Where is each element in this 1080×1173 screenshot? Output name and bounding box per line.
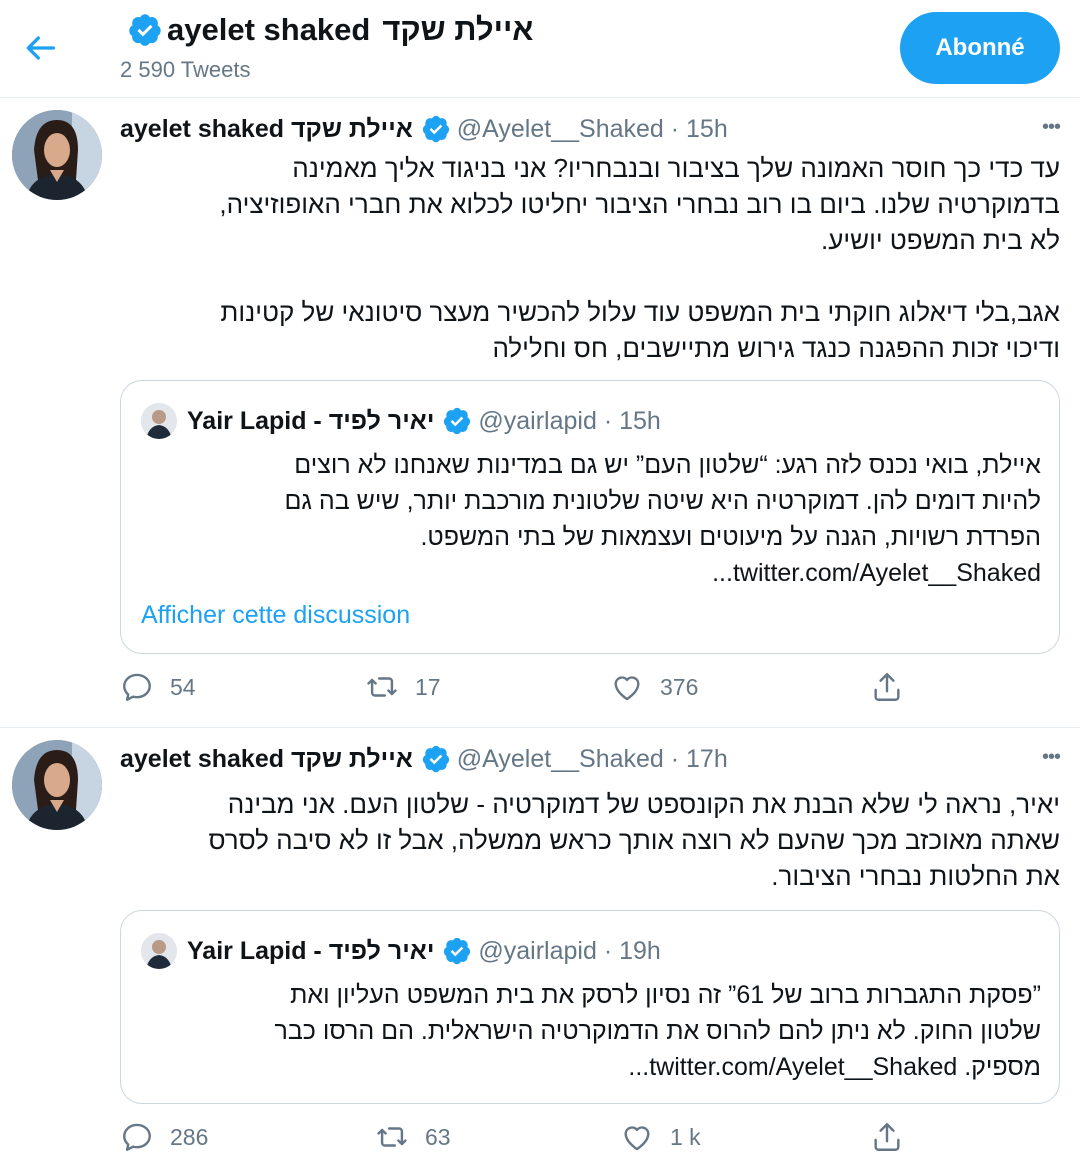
like-count: 1 k — [670, 1123, 701, 1150]
avatar[interactable] — [12, 740, 102, 830]
retweet-count: 17 — [415, 673, 441, 700]
quoted-handle-and-time: @yairlapid · 19h — [478, 936, 661, 965]
like-button[interactable]: 1 k — [620, 1120, 701, 1154]
retweet-button[interactable]: 63 — [375, 1120, 451, 1154]
reply-count: 54 — [170, 673, 196, 700]
profile-header: ayelet shaked איילת שקד 2 590 Tweets Abo… — [0, 0, 1080, 98]
verified-badge-icon — [129, 14, 161, 46]
heart-icon — [614, 676, 640, 701]
tweet-text: יאיר, נראה לי שלא הבנת את הקונספט של דמו… — [208, 789, 1060, 891]
tweet[interactable]: ayelet shaked איילת שקד @Ayelet__Shaked … — [0, 728, 1080, 1173]
handle-and-time[interactable]: @Ayelet__Shaked · 15h — [457, 115, 728, 144]
tweet-actions: 286 63 1 k — [120, 1120, 920, 1164]
verified-badge-icon — [422, 745, 449, 773]
avatar-image — [12, 110, 102, 200]
following-button[interactable]: Abonné — [900, 12, 1060, 84]
retweet-icon — [367, 677, 397, 697]
retweet-icon — [377, 1127, 407, 1147]
avatar[interactable] — [12, 110, 102, 200]
quoted-author-name: Yair Lapid - יאיר לפיד — [187, 936, 435, 965]
tweet-header: ayelet shaked איילת שקד @Ayelet__Shaked … — [120, 742, 1060, 776]
tweet-actions: 54 17 376 — [120, 670, 920, 714]
avatar-image — [12, 740, 102, 830]
retweet-count: 63 — [425, 1123, 451, 1150]
back-arrow-icon[interactable] — [20, 28, 60, 68]
more-options-icon[interactable]: ••• — [1042, 746, 1061, 769]
quoted-tweet-header: Yair Lapid - יאיר לפיד @yairlapid · 19h — [141, 931, 661, 971]
reply-button[interactable]: 286 — [120, 1120, 208, 1154]
quoted-avatar — [141, 933, 177, 969]
quoted-tweet[interactable]: Yair Lapid - יאיר לפיד @yairlapid · 15h … — [120, 380, 1060, 654]
share-icon — [874, 673, 900, 701]
more-options-icon[interactable]: ••• — [1042, 116, 1061, 139]
reply-count: 286 — [170, 1123, 209, 1150]
share-button[interactable] — [870, 1120, 904, 1154]
show-thread-link[interactable]: Afficher cette discussion — [141, 601, 410, 630]
tweet-count: 2 590 Tweets — [120, 57, 251, 82]
profile-title: ayelet shaked איילת שקד — [127, 12, 533, 48]
quoted-tweet-text: איילת, בואי נכנס לזה רגע: “שלטון העם” יש… — [284, 451, 1041, 587]
like-button[interactable]: 376 — [610, 670, 698, 704]
profile-name-en: ayelet shaked — [167, 12, 371, 47]
share-button[interactable] — [870, 670, 904, 704]
quoted-tweet[interactable]: Yair Lapid - יאיר לפיד @yairlapid · 19h … — [120, 910, 1060, 1104]
retweet-button[interactable]: 17 — [365, 670, 441, 704]
verified-badge-icon — [422, 115, 449, 143]
share-icon — [874, 1123, 900, 1151]
like-count: 376 — [660, 673, 699, 700]
author-name[interactable]: ayelet shaked איילת שקד — [120, 115, 413, 144]
profile-name-he: איילת שקד — [382, 12, 534, 47]
reply-button[interactable]: 54 — [120, 670, 196, 704]
quoted-author-name: Yair Lapid - יאיר לפיד — [187, 406, 435, 435]
quoted-handle-and-time: @yairlapid · 15h — [478, 406, 661, 435]
verified-badge-icon — [444, 937, 471, 965]
tweet[interactable]: ayelet shaked איילת שקד @Ayelet__Shaked … — [0, 98, 1080, 728]
quoted-tweet-text: ”פסקת התגברות ברוב של 61” זה נסיון לרסק … — [274, 981, 1041, 1081]
author-name[interactable]: ayelet shaked איילת שקד — [120, 745, 413, 774]
tweet-text: עד כדי כך חוסר האמונה שלך בציבור ובנבחרי… — [219, 153, 1060, 363]
reply-icon — [123, 1123, 151, 1151]
handle-and-time[interactable]: @Ayelet__Shaked · 17h — [457, 745, 728, 774]
quoted-tweet-header: Yair Lapid - יאיר לפיד @yairlapid · 15h — [141, 401, 661, 441]
verified-badge-icon — [444, 407, 471, 435]
quoted-avatar — [141, 403, 177, 439]
tweet-header: ayelet shaked איילת שקד @Ayelet__Shaked … — [120, 112, 1060, 146]
heart-icon — [624, 1126, 650, 1151]
reply-icon — [123, 673, 151, 701]
